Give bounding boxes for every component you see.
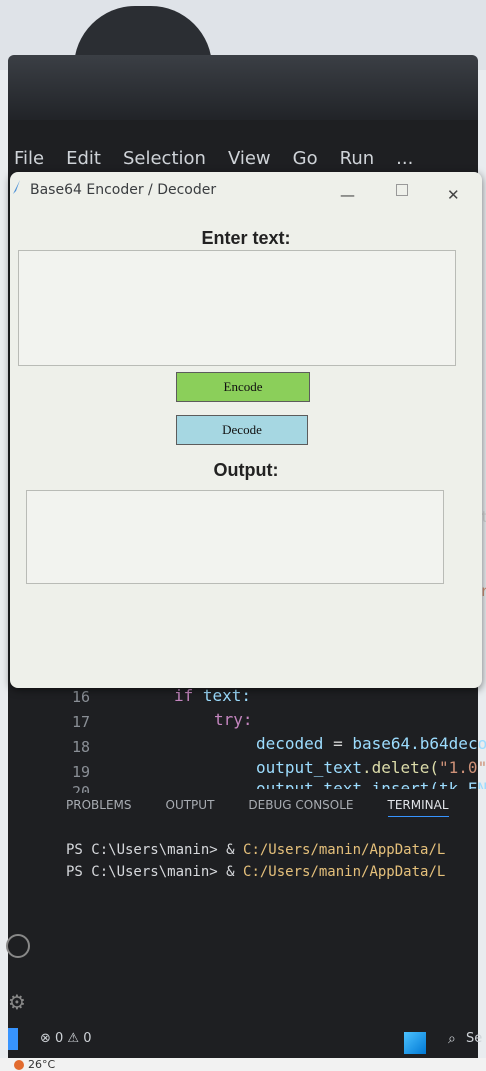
line-number: 16 bbox=[72, 688, 91, 706]
code-string: "1.0" bbox=[439, 758, 486, 777]
decode-button[interactable]: Decode bbox=[176, 415, 308, 445]
feather-icon bbox=[13, 180, 20, 194]
terminal-line: PS C:\Users\manin> & C:/Users/manin/AppD… bbox=[66, 864, 445, 880]
line-number: 17 bbox=[72, 713, 91, 731]
code-identifier: decoded bbox=[256, 734, 324, 753]
weather-temperature: 26°C bbox=[28, 1058, 56, 1071]
base64-app-window: Base64 Encoder / Decoder — ✕ Enter text:… bbox=[10, 172, 482, 688]
code-identifier: output_text bbox=[256, 758, 362, 777]
weather-icon bbox=[14, 1060, 24, 1070]
code-keyword: if bbox=[174, 686, 194, 705]
input-textarea[interactable] bbox=[18, 250, 456, 366]
status-problems[interactable]: ⊗ 0 ⚠ 0 bbox=[40, 1031, 92, 1046]
status-bar: ⊗ 0 ⚠ 0 ⌕ Se bbox=[8, 1028, 482, 1054]
terminal-path: C:/Users/manin/AppData/L bbox=[243, 842, 446, 858]
search-icon[interactable]: ⌕ bbox=[448, 1031, 456, 1047]
code-keyword: try: bbox=[214, 710, 253, 729]
encode-button[interactable]: Encode bbox=[176, 372, 310, 402]
account-icon[interactable] bbox=[6, 934, 30, 958]
photo-bottom-edge bbox=[0, 1058, 486, 1071]
windows-start-icon[interactable] bbox=[404, 1032, 426, 1054]
code-operator: = bbox=[323, 734, 353, 753]
terminal-prompt: PS C:\Users\manin> & bbox=[66, 842, 244, 858]
code-line-18: decoded = base64.b64deco bbox=[256, 734, 486, 753]
tab-problems[interactable]: PROBLEMS bbox=[66, 798, 132, 817]
line-number: 20 bbox=[72, 783, 91, 793]
code-call: base64.b64deco bbox=[352, 734, 486, 753]
tab-terminal[interactable]: TERMINAL bbox=[387, 798, 449, 817]
code-line-20: output_text.insert(tk.END bbox=[256, 779, 486, 789]
panel-tabs: PROBLEMS OUTPUT DEBUG CONSOLE TERMINAL bbox=[66, 798, 449, 817]
taskbar-search[interactable]: Se bbox=[466, 1031, 482, 1046]
output-textarea[interactable] bbox=[26, 490, 444, 584]
code-line-16: if text: bbox=[174, 686, 251, 705]
close-button[interactable]: ✕ bbox=[447, 186, 460, 204]
line-number: 19 bbox=[72, 763, 91, 781]
terminal-line: PS C:\Users\manin> & C:/Users/manin/AppD… bbox=[66, 842, 445, 858]
terminal-prompt: PS C:\Users\manin> & bbox=[66, 864, 244, 880]
enter-text-label: Enter text: bbox=[201, 228, 291, 248]
window-title: Base64 Encoder / Decoder bbox=[30, 182, 217, 198]
tab-output[interactable]: OUTPUT bbox=[166, 798, 215, 817]
tab-debug-console[interactable]: DEBUG CONSOLE bbox=[248, 798, 353, 817]
window-titlebar[interactable]: Base64 Encoder / Decoder — ✕ bbox=[10, 172, 482, 212]
terminal-path: C:/Users/manin/AppData/L bbox=[243, 864, 446, 880]
gear-icon[interactable]: ⚙ bbox=[8, 990, 26, 1014]
code-call: .delete( bbox=[361, 758, 440, 777]
code-line-17: try: bbox=[214, 710, 253, 729]
minimize-button[interactable]: — bbox=[340, 186, 355, 204]
line-number: 18 bbox=[72, 738, 91, 756]
remote-indicator-icon[interactable] bbox=[8, 1028, 18, 1050]
code-line-19: output_text.delete("1.0" bbox=[256, 758, 486, 777]
code-text: text: bbox=[193, 686, 252, 705]
output-label: Output: bbox=[213, 460, 279, 480]
maximize-button[interactable] bbox=[396, 184, 408, 196]
